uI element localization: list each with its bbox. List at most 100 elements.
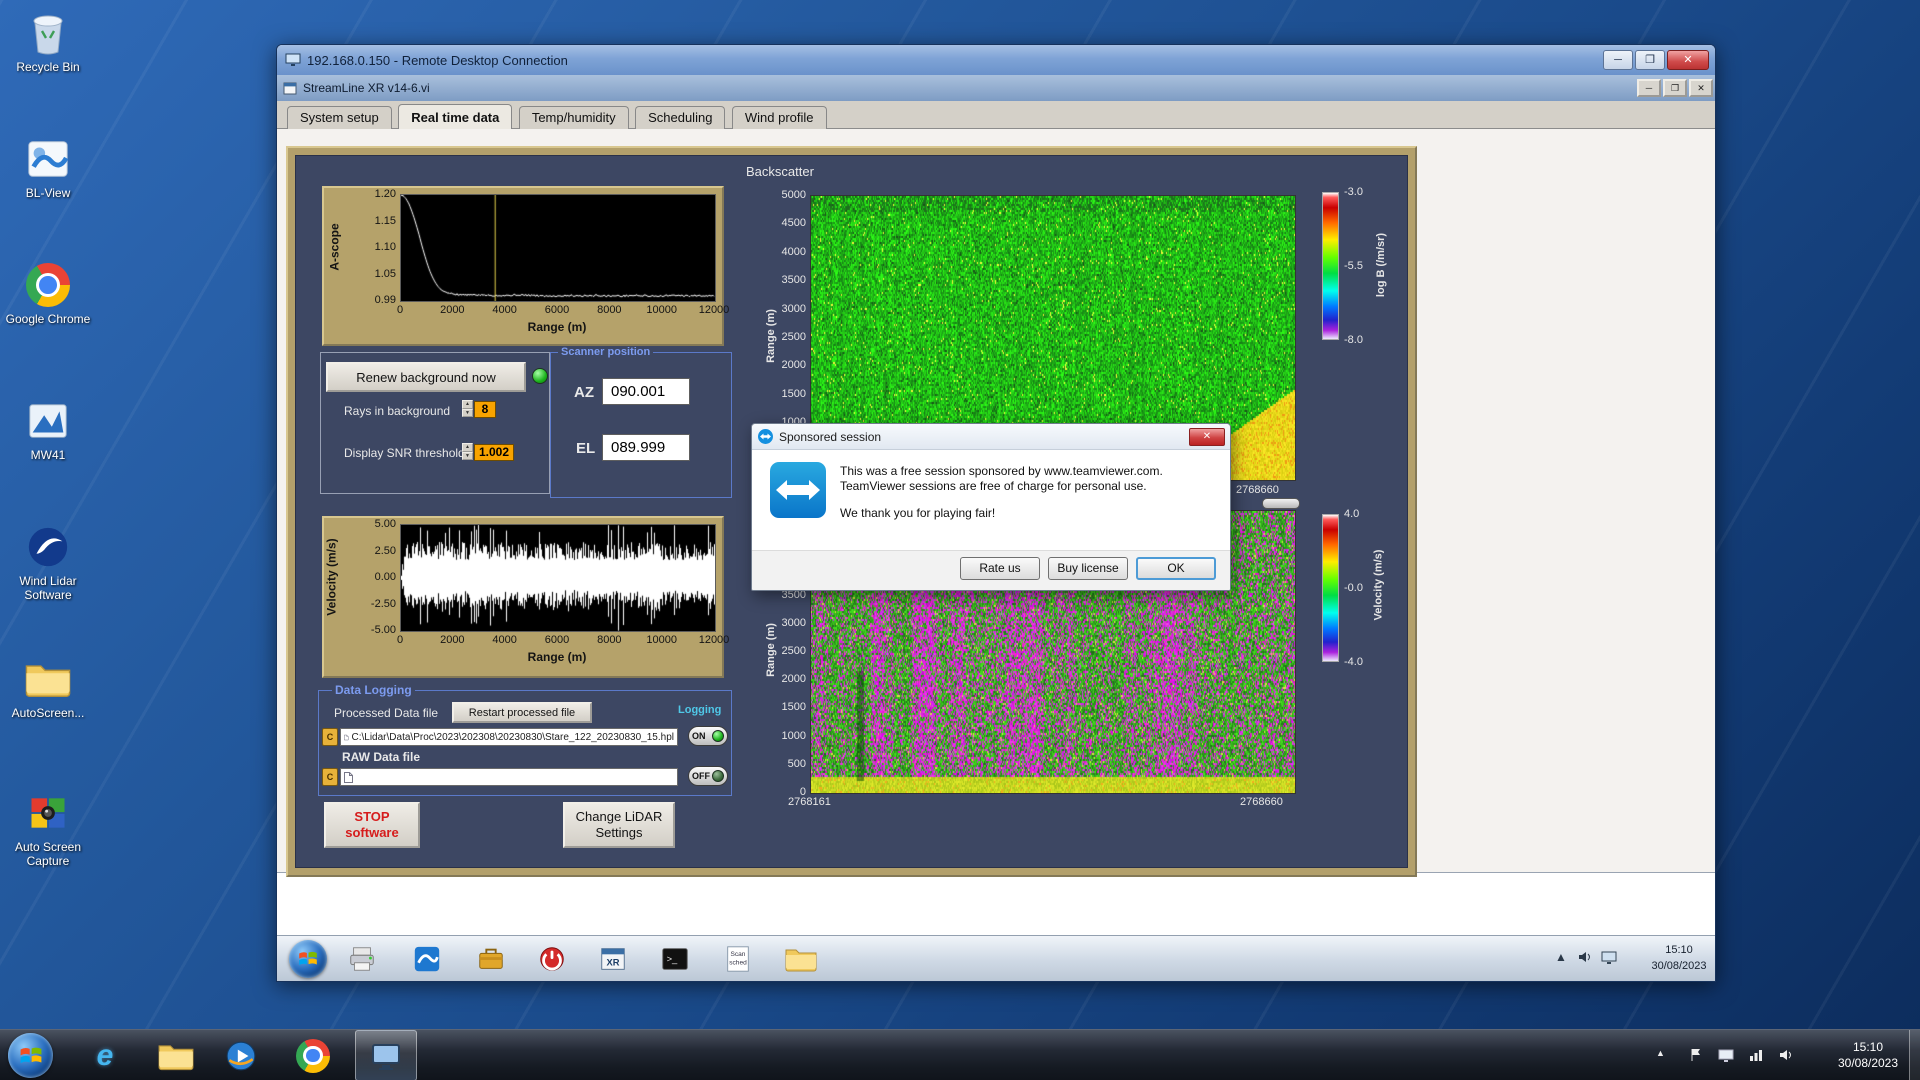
backscatter-heading: Backscatter [746, 164, 814, 179]
remote-tray-chevron-up-icon[interactable]: ▲ [1555, 950, 1567, 964]
renew-background-led [532, 368, 548, 384]
tab-wind-profile[interactable]: Wind profile [731, 106, 827, 129]
start-button[interactable] [8, 1033, 53, 1078]
clock[interactable]: 15:10 30/08/2023 [1822, 1039, 1914, 1071]
desktop-icon-wind-lidar[interactable]: Wind Lidar Software [4, 522, 92, 602]
dialog-titlebar[interactable]: Sponsored session ✕ [752, 424, 1230, 450]
tab-real-time-data[interactable]: Real time data [398, 104, 513, 129]
rdp-maximize-button[interactable]: ❐ [1635, 50, 1665, 70]
taskbar-chrome[interactable] [284, 1030, 342, 1080]
restart-processed-file-button[interactable]: Restart processed file [452, 702, 592, 723]
raw-logging-toggle[interactable]: OFF [688, 766, 728, 786]
tray-network-icon[interactable] [1748, 1047, 1765, 1064]
folder-icon [785, 949, 817, 972]
folder-icon [4, 654, 92, 704]
processed-logging-toggle[interactable]: ON [688, 726, 728, 746]
desktop-icon-bl-view[interactable]: BL-View [4, 134, 92, 200]
tab-temp-humidity[interactable]: Temp/humidity [518, 106, 629, 129]
rays-in-background-label: Rays in background [344, 404, 451, 418]
desktop-icon-label: MW41 [30, 448, 66, 462]
auto-screen-capture-icon [4, 788, 92, 838]
rdp-minimize-button[interactable]: ─ [1603, 50, 1633, 70]
buy-license-button[interactable]: Buy license [1048, 557, 1128, 580]
remote-taskbar-cmd[interactable]: >_ [653, 941, 697, 977]
taskbar-internet-explorer[interactable]: e [76, 1030, 134, 1080]
desktop-icon-google-chrome[interactable]: Google Chrome [4, 260, 92, 326]
el-value-field[interactable]: 089.999 [602, 434, 690, 461]
velocity-colorbar-label: Velocity (m/s) [1372, 549, 1385, 621]
change-lidar-settings-button[interactable]: Change LiDAR Settings [563, 802, 675, 848]
scanner-position-group [550, 352, 732, 498]
blue-app-icon [414, 946, 440, 972]
axis-tick: 10000 [646, 304, 677, 316]
windows-flag-icon [299, 951, 317, 966]
remote-tray-volume-icon[interactable] [1577, 949, 1593, 968]
power-icon [540, 947, 564, 971]
desktop-icon-mw41[interactable]: MW41 [4, 396, 92, 462]
svg-text:Scan: Scan [731, 951, 746, 958]
clock-date: 30/08/2023 [1837, 1056, 1899, 1070]
rdp-titlebar[interactable]: 192.168.0.150 - Remote Desktop Connectio… [277, 45, 1715, 75]
teamviewer-icon [758, 429, 773, 444]
remote-taskbar-toolbox[interactable] [469, 941, 513, 977]
app-window-title: StreamLine XR v14-6.vi [303, 81, 430, 95]
windows-desktop: Recycle Bin BL-View Google Chrome MW41 W… [0, 0, 1920, 1080]
processed-path-field[interactable]: C:\Lidar\Data\Proc\2023\202308\20230830\… [340, 728, 678, 746]
snr-value-field[interactable]: 1.002 [474, 444, 514, 461]
svg-text:>_: >_ [667, 954, 678, 964]
tray-volume-icon[interactable] [1778, 1047, 1795, 1064]
ascope-plot [400, 194, 716, 302]
remote-tray-display-icon[interactable] [1601, 949, 1617, 968]
taskbar-rdp-active[interactable] [355, 1030, 417, 1080]
tab-system-setup[interactable]: System setup [287, 106, 392, 129]
remote-taskbar-folder[interactable] [779, 941, 823, 977]
processed-path-text: C:\Lidar\Data\Proc\2023\202308\20230830\… [351, 731, 675, 743]
renew-background-button[interactable]: Renew background now [326, 362, 526, 392]
rate-us-button[interactable]: Rate us [960, 557, 1040, 580]
dialog-close-button[interactable]: ✕ [1189, 428, 1225, 446]
dialog-title: Sponsored session [779, 429, 882, 444]
app-close-button[interactable]: ✕ [1689, 79, 1713, 97]
axis-tick: 3000 [781, 616, 806, 629]
axis-tick: 2000 [440, 304, 465, 316]
app-restore-button[interactable]: ❐ [1663, 79, 1687, 97]
desktop-icon-autoscreen[interactable]: AutoScreen... [4, 654, 92, 720]
ok-button[interactable]: OK [1136, 557, 1216, 580]
taskbar-media-player[interactable] [212, 1030, 270, 1080]
remote-taskbar-blview[interactable] [405, 941, 449, 977]
rays-value-field[interactable]: 8 [474, 401, 496, 418]
remote-start-button[interactable] [289, 940, 327, 978]
logging-on-led [712, 730, 724, 742]
desktop-icon-auto-screen-capture[interactable]: Auto Screen Capture [4, 788, 92, 868]
tray-flag-icon[interactable] [1688, 1047, 1705, 1064]
remote-taskbar-scan-sched[interactable]: Scan sched [716, 941, 760, 977]
rdp-close-button[interactable]: ✕ [1667, 50, 1709, 70]
processed-path-browse-button[interactable]: C [322, 728, 338, 746]
raw-path-browse-button[interactable]: C [322, 768, 338, 786]
remote-taskbar-power[interactable] [530, 941, 574, 977]
remote-taskbar-xr-app[interactable]: XR [591, 941, 635, 977]
snr-spinner[interactable]: ▲ ▼ [462, 443, 473, 460]
axis-tick: 6000 [544, 634, 570, 646]
app-titlebar[interactable]: StreamLine XR v14-6.vi ─ ❐ ✕ [277, 75, 1715, 101]
remote-taskbar-printer[interactable] [340, 941, 384, 977]
rays-spinner[interactable]: ▲ ▼ [462, 400, 473, 417]
raw-path-field[interactable] [340, 768, 678, 786]
axis-tick: 10000 [646, 634, 677, 646]
svg-text:sched: sched [729, 960, 747, 967]
stop-software-button[interactable]: STOP software [324, 802, 420, 848]
tray-display-icon[interactable] [1718, 1047, 1735, 1064]
tab-scheduling[interactable]: Scheduling [635, 106, 726, 129]
az-value-field[interactable]: 090.001 [602, 378, 690, 405]
show-desktop-button[interactable] [1909, 1030, 1920, 1080]
desktop-icon-recycle-bin[interactable]: Recycle Bin [4, 8, 92, 74]
app-minimize-button[interactable]: ─ [1637, 79, 1661, 97]
colour-scale-slider[interactable] [1262, 498, 1300, 509]
velocity-y-ticks: 5.00 2.50 0.00 -2.50 -5.00 [354, 518, 396, 636]
taskbar-explorer[interactable] [147, 1030, 205, 1080]
remote-clock[interactable]: 15:10 30/08/2023 [1629, 942, 1715, 974]
desktop-icon-label: Recycle Bin [16, 60, 80, 74]
bl-view-icon [4, 134, 92, 184]
scanner-position-title: Scanner position [558, 346, 654, 358]
tray-chevron-up-icon[interactable]: ▲ [1656, 1048, 1665, 1058]
